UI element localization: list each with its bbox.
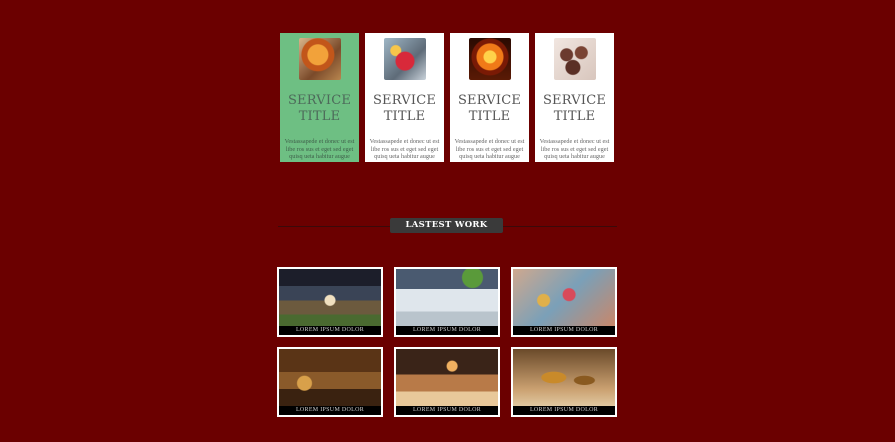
service-card[interactable]: SERVICE TITLE Vestassapede et donec ut e… xyxy=(365,33,444,162)
service-description: Vestassapede et donec ut est libe ros su… xyxy=(454,138,525,161)
latest-work-heading: LASTEST WORK xyxy=(390,218,503,233)
service-description: Vestassapede et donec ut est libe ros su… xyxy=(539,138,610,161)
work-caption: LOREM IPSUM DOLOR xyxy=(396,326,498,335)
service-description: Vestassapede et donec ut est libe ros su… xyxy=(284,138,355,161)
work-caption: LOREM IPSUM DOLOR xyxy=(396,406,498,415)
work-caption: LOREM IPSUM DOLOR xyxy=(279,406,381,415)
grill-flame-photo-icon xyxy=(468,38,511,80)
work-caption: LOREM IPSUM DOLOR xyxy=(513,406,615,415)
cocktail-drinks-photo-icon xyxy=(383,38,426,80)
toast-drinks-photo-icon xyxy=(513,269,615,326)
latest-work-gallery: LOREM IPSUM DOLOR LOREM IPSUM DOLOR LORE… xyxy=(277,267,617,417)
service-card[interactable]: SERVICE TITLE Vestassapede et donec ut e… xyxy=(535,33,614,162)
work-item[interactable]: LOREM IPSUM DOLOR xyxy=(277,267,383,337)
banquet-table-photo-icon xyxy=(396,269,498,326)
work-item[interactable]: LOREM IPSUM DOLOR xyxy=(394,347,500,417)
service-description: Vestassapede et donec ut est libe ros su… xyxy=(369,138,440,161)
service-title: SERVICE TITLE xyxy=(542,93,607,124)
restaurant-bar-photo-icon xyxy=(279,269,381,326)
service-card[interactable]: SERVICE TITLE Vestassapede et donec ut e… xyxy=(280,33,359,162)
service-title: SERVICE TITLE xyxy=(457,93,522,124)
macarons-photo-icon xyxy=(513,349,615,406)
work-caption: LOREM IPSUM DOLOR xyxy=(279,326,381,335)
service-title: SERVICE TITLE xyxy=(287,93,352,124)
bread-display-photo-icon xyxy=(396,349,498,406)
work-item[interactable]: LOREM IPSUM DOLOR xyxy=(277,347,383,417)
services-row: SERVICE TITLE Vestassapede et donec ut e… xyxy=(280,33,614,162)
service-title: SERVICE TITLE xyxy=(372,93,437,124)
work-item[interactable]: LOREM IPSUM DOLOR xyxy=(511,267,617,337)
work-item[interactable]: LOREM IPSUM DOLOR xyxy=(511,347,617,417)
work-item[interactable]: LOREM IPSUM DOLOR xyxy=(394,267,500,337)
vegetable-dish-photo-icon xyxy=(298,38,341,80)
service-card[interactable]: SERVICE TITLE Vestassapede et donec ut e… xyxy=(450,33,529,162)
work-caption: LOREM IPSUM DOLOR xyxy=(513,326,615,335)
bakery-interior-photo-icon xyxy=(279,349,381,406)
cupcakes-photo-icon xyxy=(553,38,596,80)
